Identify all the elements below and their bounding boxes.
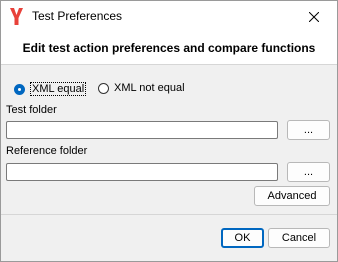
reference-folder-input[interactable] bbox=[6, 163, 278, 181]
cancel-button[interactable]: Cancel bbox=[268, 228, 330, 248]
radio-selected-icon bbox=[14, 83, 25, 95]
radio-unselected-icon bbox=[98, 82, 109, 94]
app-logo-icon bbox=[10, 8, 23, 25]
radio-xml-equal-label: XML equal bbox=[30, 82, 87, 96]
close-icon bbox=[309, 11, 319, 22]
reference-folder-browse-button[interactable]: ... bbox=[287, 162, 330, 182]
radio-xml-not-equal-label: XML not equal bbox=[114, 82, 185, 94]
test-folder-browse-button[interactable]: ... bbox=[287, 120, 330, 140]
advanced-button[interactable]: Advanced bbox=[254, 186, 330, 206]
radio-xml-not-equal[interactable]: XML not equal bbox=[98, 82, 185, 94]
dialog-window: Test Preferences Edit test action prefer… bbox=[0, 0, 338, 262]
ok-button[interactable]: OK bbox=[221, 228, 264, 248]
reference-folder-label: Reference folder bbox=[6, 145, 88, 157]
window-title: Test Preferences bbox=[32, 9, 123, 23]
close-button[interactable] bbox=[291, 1, 337, 32]
title-bar[interactable]: Test Preferences bbox=[1, 1, 337, 32]
test-folder-label: Test folder bbox=[6, 104, 57, 116]
header-panel: Edit test action preferences and compare… bbox=[1, 32, 337, 65]
test-folder-input[interactable] bbox=[6, 121, 278, 139]
footer-separator bbox=[1, 214, 337, 215]
dialog-heading: Edit test action preferences and compare… bbox=[22, 41, 316, 55]
radio-xml-equal[interactable]: XML equal bbox=[14, 82, 87, 96]
